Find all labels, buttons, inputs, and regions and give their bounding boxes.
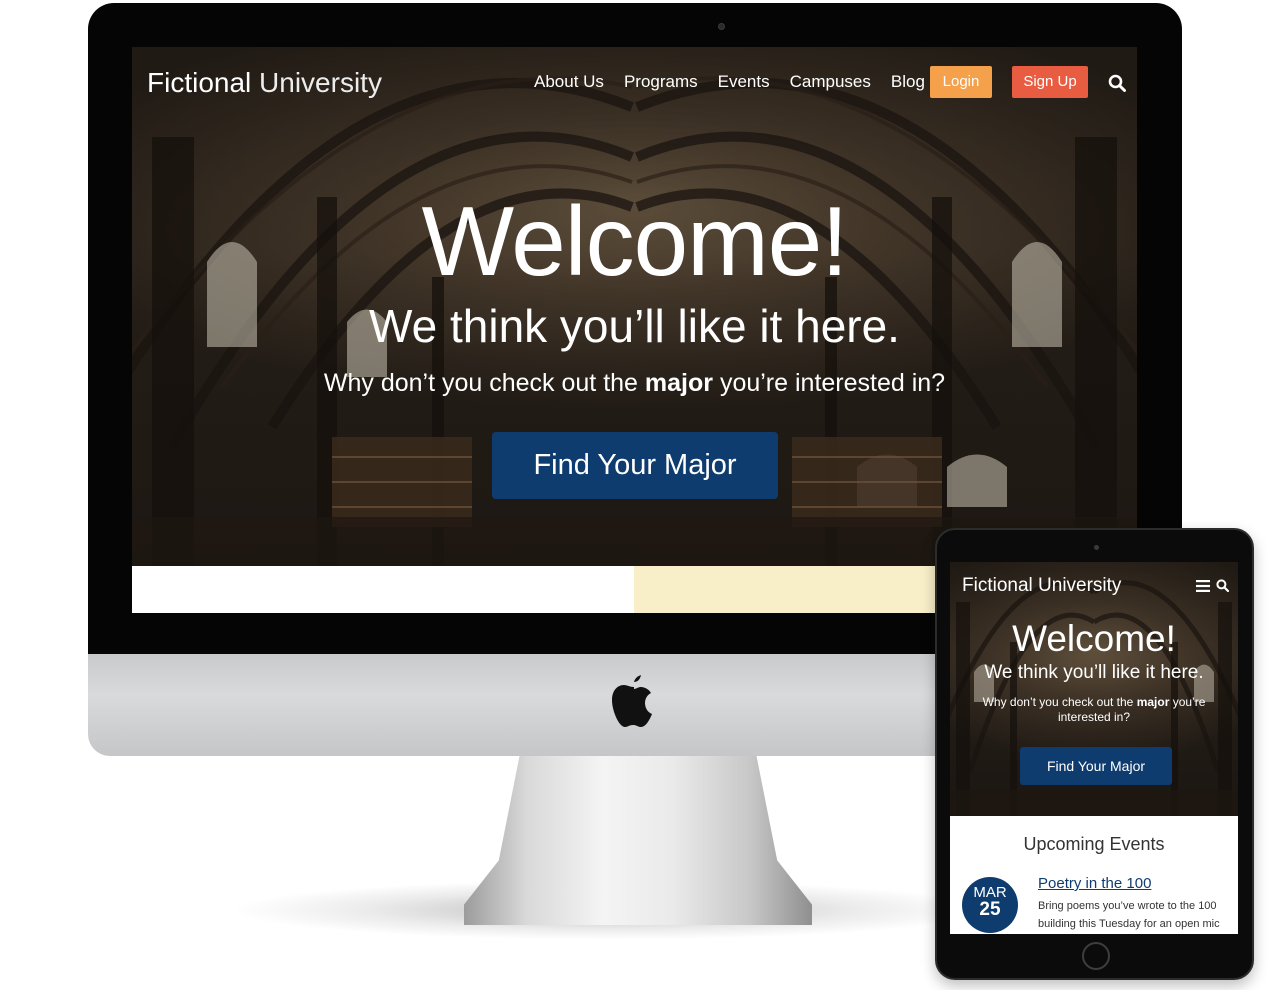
nav-about-us[interactable]: About Us [534, 72, 604, 92]
tablet-search-icon[interactable] [1216, 579, 1229, 592]
tablet-hero-tagline-bold: major [1136, 695, 1170, 709]
logo-light-text: University [259, 67, 382, 98]
tablet-logo-light-text: University [1038, 575, 1122, 596]
tablet-camera [1094, 545, 1099, 550]
find-your-major-button[interactable]: Find Your Major [492, 432, 778, 499]
site-header: Fictional University About Us Programs E… [132, 47, 1137, 117]
imac-camera [718, 23, 725, 30]
hero-tagline-start: Why don’t you check out the [323, 369, 645, 397]
nav-events[interactable]: Events [718, 72, 770, 92]
apple-logo-icon [612, 675, 652, 727]
event-title-link[interactable]: Poetry in the 100 [1038, 875, 1151, 892]
tablet-find-your-major-button[interactable]: Find Your Major [1020, 747, 1172, 785]
tablet-screen: Fictional University Welcome! We think y… [950, 562, 1238, 934]
hero-tagline-bold: major [644, 369, 713, 397]
search-icon[interactable] [1108, 74, 1126, 92]
hero-section: Fictional University About Us Programs E… [132, 47, 1137, 566]
site-logo[interactable]: Fictional University [147, 67, 382, 99]
content-strip-left [132, 566, 634, 613]
tablet-home-button [1082, 942, 1110, 970]
tablet-site-logo[interactable]: Fictional University [962, 575, 1121, 597]
tablet-hero-tagline-start: Why don’t you check out the [982, 695, 1137, 709]
tablet-hero-title: Welcome! [1012, 618, 1176, 659]
nav-campuses[interactable]: Campuses [790, 72, 871, 92]
event-description: Bring poems you’ve wrote to the 100 buil… [1038, 900, 1220, 930]
upcoming-events-heading: Upcoming Events [1023, 834, 1165, 854]
hero-subtitle: We think you’ll like it here. [369, 300, 900, 352]
hero-tagline: Why don’t you check out the major you’re… [132, 369, 1137, 398]
tablet-hero-tagline: Why don’t you check out the major you’re… [980, 695, 1208, 725]
menu-icon[interactable] [1196, 580, 1210, 592]
tablet-logo-bold-text: Fictional [962, 575, 1033, 596]
nav-blog[interactable]: Blog [891, 72, 925, 92]
tablet-hero-section: Fictional University Welcome! We think y… [950, 562, 1238, 816]
login-button[interactable]: Login [930, 66, 992, 98]
hero-tagline-end: you’re interested in? [713, 369, 946, 397]
signup-button[interactable]: Sign Up [1012, 66, 1088, 98]
main-nav: About Us Programs Events Campuses Blog [534, 72, 945, 92]
event-date-badge[interactable]: MAR 25 [962, 877, 1018, 933]
tablet-hero-subtitle: We think you’ll like it here. [984, 662, 1204, 683]
hero-title: Welcome! [421, 186, 849, 296]
hero-content: Fictional University About Us Programs E… [132, 47, 1137, 566]
nav-programs[interactable]: Programs [624, 72, 698, 92]
event-month: MAR [973, 884, 1007, 901]
event-day: 25 [979, 899, 1001, 920]
logo-bold-text: Fictional [147, 67, 252, 98]
imac-stand [464, 755, 812, 925]
